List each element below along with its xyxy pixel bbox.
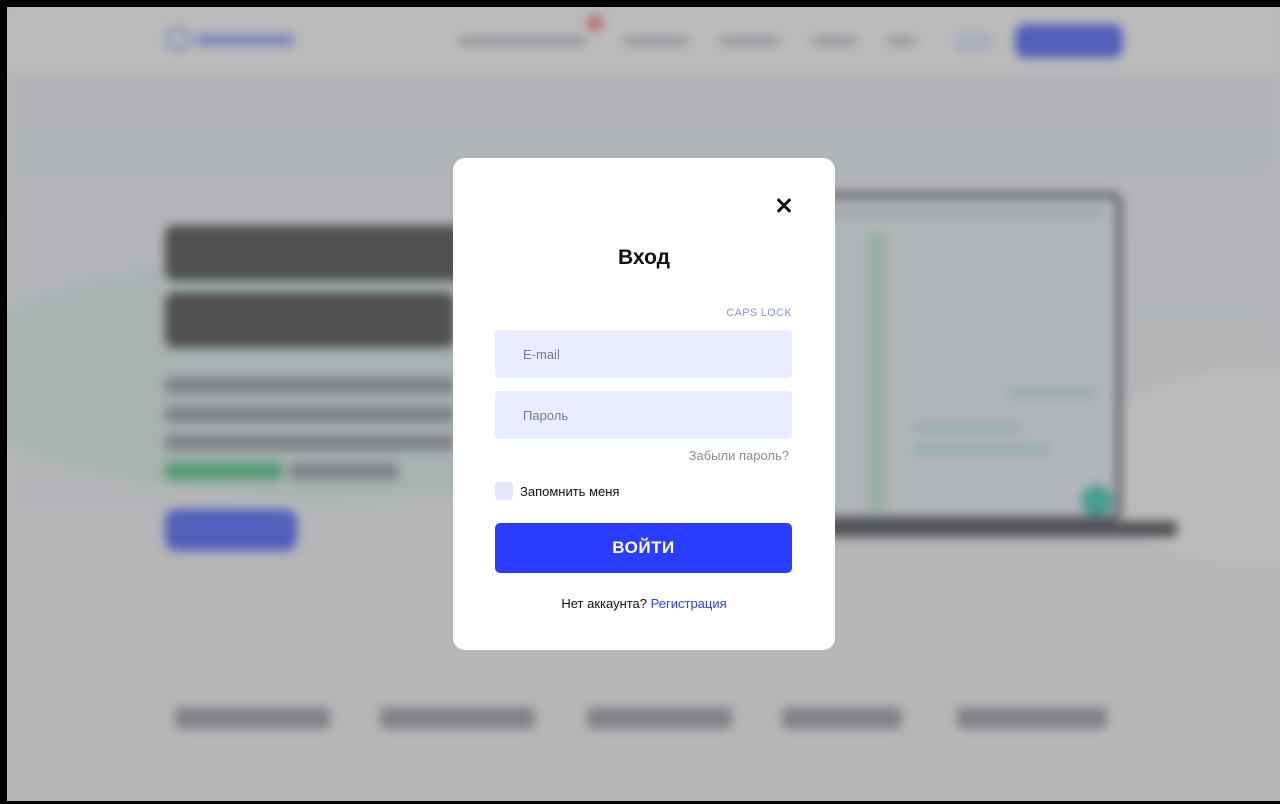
app-window: Вход CAPS LOCK Забыли пароль? Запомнить …	[7, 7, 1280, 801]
no-account-text: Нет аккаунта?	[561, 596, 648, 611]
remember-me[interactable]: Запомнить меня	[495, 482, 619, 500]
caps-lock-hint: CAPS LOCK	[726, 307, 792, 319]
email-field[interactable]	[495, 330, 792, 378]
login-modal: Вход CAPS LOCK Забыли пароль? Запомнить …	[453, 158, 835, 650]
register-prompt: Нет аккаунта? Регистрация	[453, 596, 835, 611]
modal-title: Вход	[618, 246, 670, 269]
password-field[interactable]	[495, 391, 792, 439]
remember-me-checkbox[interactable]	[495, 482, 513, 500]
register-link[interactable]: Регистрация	[651, 596, 727, 611]
close-icon[interactable]	[773, 195, 795, 217]
forgot-password-link[interactable]: Забыли пароль?	[689, 448, 789, 463]
remember-me-label: Запомнить меня	[520, 483, 620, 499]
login-button[interactable]: ВОЙТИ	[495, 523, 792, 573]
